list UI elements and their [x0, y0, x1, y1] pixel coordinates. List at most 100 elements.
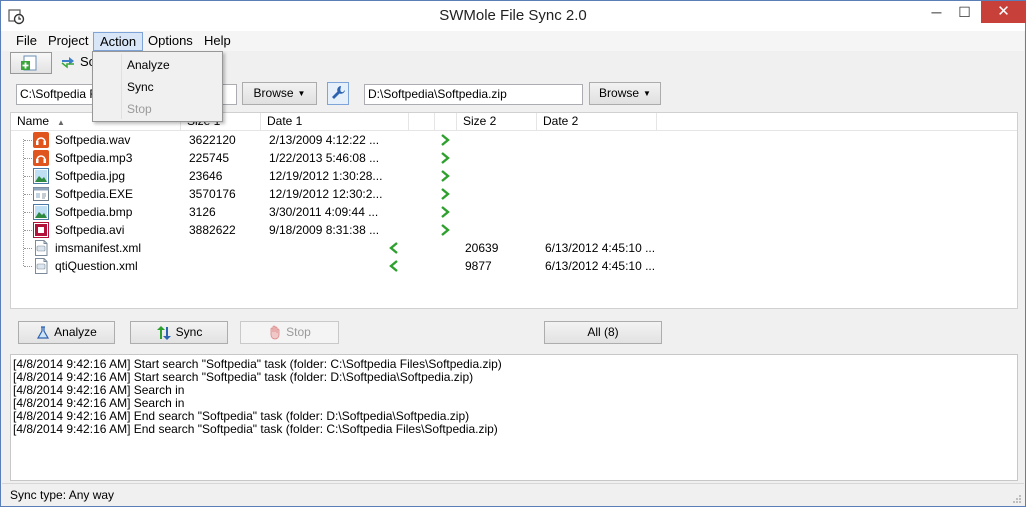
sync-button[interactable]: Sync	[130, 321, 228, 344]
analyze-button[interactable]: Analyze	[18, 321, 115, 344]
stop-hand-icon	[270, 325, 280, 340]
size1-cell: 225745	[189, 151, 230, 165]
date1-cell: 12/19/2012 1:30:28...	[269, 169, 383, 183]
maximize-button[interactable]: ☐	[951, 1, 978, 23]
copy-right-arrow-icon[interactable]	[438, 223, 452, 237]
size2-cell: 9877	[465, 259, 492, 273]
wrench-icon	[332, 86, 345, 99]
minimize-button[interactable]: ─	[923, 1, 950, 23]
log-line: [4/8/2014 9:42:16 AM] End search "Softpe…	[13, 422, 498, 436]
copy-right-arrow-icon[interactable]	[438, 133, 452, 147]
app-window: SWMole File Sync 2.0 ─ ☐ ✕ File Project …	[0, 0, 1026, 507]
size1-cell: 3570176	[189, 187, 236, 201]
file-name-cell: Softpedia.wav	[55, 133, 131, 147]
file-name-cell: imsmanifest.xml	[55, 241, 142, 255]
copy-right-arrow-icon[interactable]	[438, 187, 452, 201]
analyze-label: Analyze	[54, 325, 97, 339]
date1-cell: 3/30/2011 4:09:44 ...	[269, 205, 379, 219]
tree-connector	[24, 266, 32, 267]
filter-all-button[interactable]: All (8)	[544, 321, 662, 344]
status-bar: Sync type: Any way	[2, 483, 1024, 506]
right-path-input[interactable]: D:\Softpedia\Softpedia.zip	[364, 84, 583, 105]
menu-action[interactable]: Action	[93, 32, 144, 51]
menu-item-sync[interactable]: Sync	[95, 77, 220, 98]
file-name-cell: Softpedia.avi	[55, 223, 125, 237]
table-row[interactable]: Softpedia.EXE 3570176 12/19/2012 12:30:2..…	[11, 185, 1017, 203]
image-file-icon	[33, 204, 49, 220]
copy-left-arrow-icon[interactable]	[387, 259, 401, 273]
menu-options[interactable]: Options	[142, 32, 199, 51]
tree-connector	[24, 176, 32, 177]
copy-left-arrow-icon[interactable]	[387, 241, 401, 255]
size1-cell: 23646	[189, 169, 223, 183]
xml-file-icon	[35, 240, 48, 256]
exe-file-icon	[33, 187, 49, 201]
file-name-cell: qtiQuestion.xml	[55, 259, 138, 273]
table-row[interactable]: Softpedia.jpg 23646 12/19/2012 1:30:28...	[11, 167, 1017, 185]
window-title: SWMole File Sync 2.0	[439, 7, 587, 24]
stop-button[interactable]: Stop	[240, 321, 339, 344]
image-file-icon	[33, 168, 49, 184]
title-bar[interactable]: SWMole File Sync 2.0 ─ ☐ ✕	[1, 1, 1026, 31]
column-header-direction-left[interactable]	[409, 113, 435, 130]
tree-connector	[24, 194, 32, 195]
settings-button[interactable]	[327, 82, 349, 105]
xml-file-icon	[35, 258, 48, 274]
tree-connector	[24, 140, 32, 141]
menu-project[interactable]: Project	[42, 32, 94, 51]
chevron-down-icon: ▼	[297, 89, 306, 99]
chevron-down-icon: ▼	[643, 89, 651, 99]
column-header-direction-right[interactable]	[435, 113, 457, 130]
copy-right-arrow-icon[interactable]	[438, 169, 452, 183]
column-name-label: Name	[17, 114, 50, 128]
menu-item-analyze[interactable]: Analyze	[95, 55, 220, 76]
size1-cell: 3126	[189, 205, 216, 219]
file-name-cell: Softpedia.EXE	[55, 187, 134, 201]
right-browse-button[interactable]: Browse ▼	[589, 82, 661, 105]
action-dropdown-menu: Analyze Sync Stop	[92, 51, 223, 122]
table-row[interactable]: Softpedia.mp3 225745 1/22/2013 5:46:08 ...	[11, 149, 1017, 167]
sync-arrows-icon	[156, 325, 171, 340]
size1-cell: 3622120	[189, 133, 236, 147]
column-header-date1[interactable]: Date 1	[261, 113, 409, 130]
tree-connector	[24, 212, 32, 213]
resize-grip-icon[interactable]	[1012, 494, 1022, 504]
table-row[interactable]: imsmanifest.xml 20639 6/13/2012 4:45:10 ..…	[11, 239, 1017, 257]
table-row[interactable]: Softpedia.wav 3622120 2/13/2009 4:12:22 ..…	[11, 131, 1017, 149]
left-browse-button[interactable]: Browse ▼	[242, 82, 317, 105]
close-button[interactable]: ✕	[981, 1, 1026, 23]
menu-item-stop[interactable]: Stop	[95, 99, 220, 120]
column-header-size2[interactable]: Size 2	[457, 113, 537, 130]
video-file-icon	[33, 222, 49, 238]
new-task-button[interactable]	[10, 52, 52, 74]
file-name-cell: Softpedia.mp3	[55, 151, 133, 165]
tree-connector	[24, 158, 32, 159]
date1-cell: 1/22/2013 5:46:08 ...	[269, 151, 380, 165]
menu-help[interactable]: Help	[198, 32, 237, 51]
audio-file-icon	[33, 150, 49, 166]
menu-file[interactable]: File	[10, 32, 43, 51]
date1-cell: 9/18/2009 8:31:38 ...	[269, 223, 380, 237]
file-comparison-list[interactable]: Name▲ Size 1 Date 1 Size 2 Date 2 Softpe…	[10, 112, 1018, 309]
table-row[interactable]: qtiQuestion.xml 9877 6/13/2012 4:45:10 ...	[11, 257, 1017, 275]
tree-connector	[24, 230, 32, 231]
date1-cell: 2/13/2009 4:12:22 ...	[269, 133, 380, 147]
sync-task-icon	[61, 57, 74, 69]
size2-cell: 20639	[465, 241, 499, 255]
copy-right-arrow-icon[interactable]	[438, 151, 452, 165]
sync-type-status: Sync type: Any way	[10, 488, 115, 502]
stop-label: Stop	[286, 325, 311, 339]
flask-icon	[37, 326, 50, 339]
menu-bar: File Project Action Options Help	[2, 31, 1024, 51]
audio-file-icon	[33, 132, 49, 148]
log-panel[interactable]: [4/8/2014 9:42:16 AM] Start search "Soft…	[10, 354, 1018, 481]
copy-right-arrow-icon[interactable]	[438, 205, 452, 219]
file-name-cell: Softpedia.jpg	[55, 169, 126, 183]
right-browse-label: Browse	[599, 86, 640, 100]
table-row[interactable]: Softpedia.avi 3882622 9/18/2009 8:31:38 ..…	[11, 221, 1017, 239]
table-row[interactable]: Softpedia.bmp 3126 3/30/2011 4:09:44 ...	[11, 203, 1017, 221]
size1-cell: 3882622	[189, 223, 236, 237]
file-name-cell: Softpedia.bmp	[55, 205, 133, 219]
add-task-icon	[21, 55, 37, 71]
column-header-date2[interactable]: Date 2	[537, 113, 657, 130]
